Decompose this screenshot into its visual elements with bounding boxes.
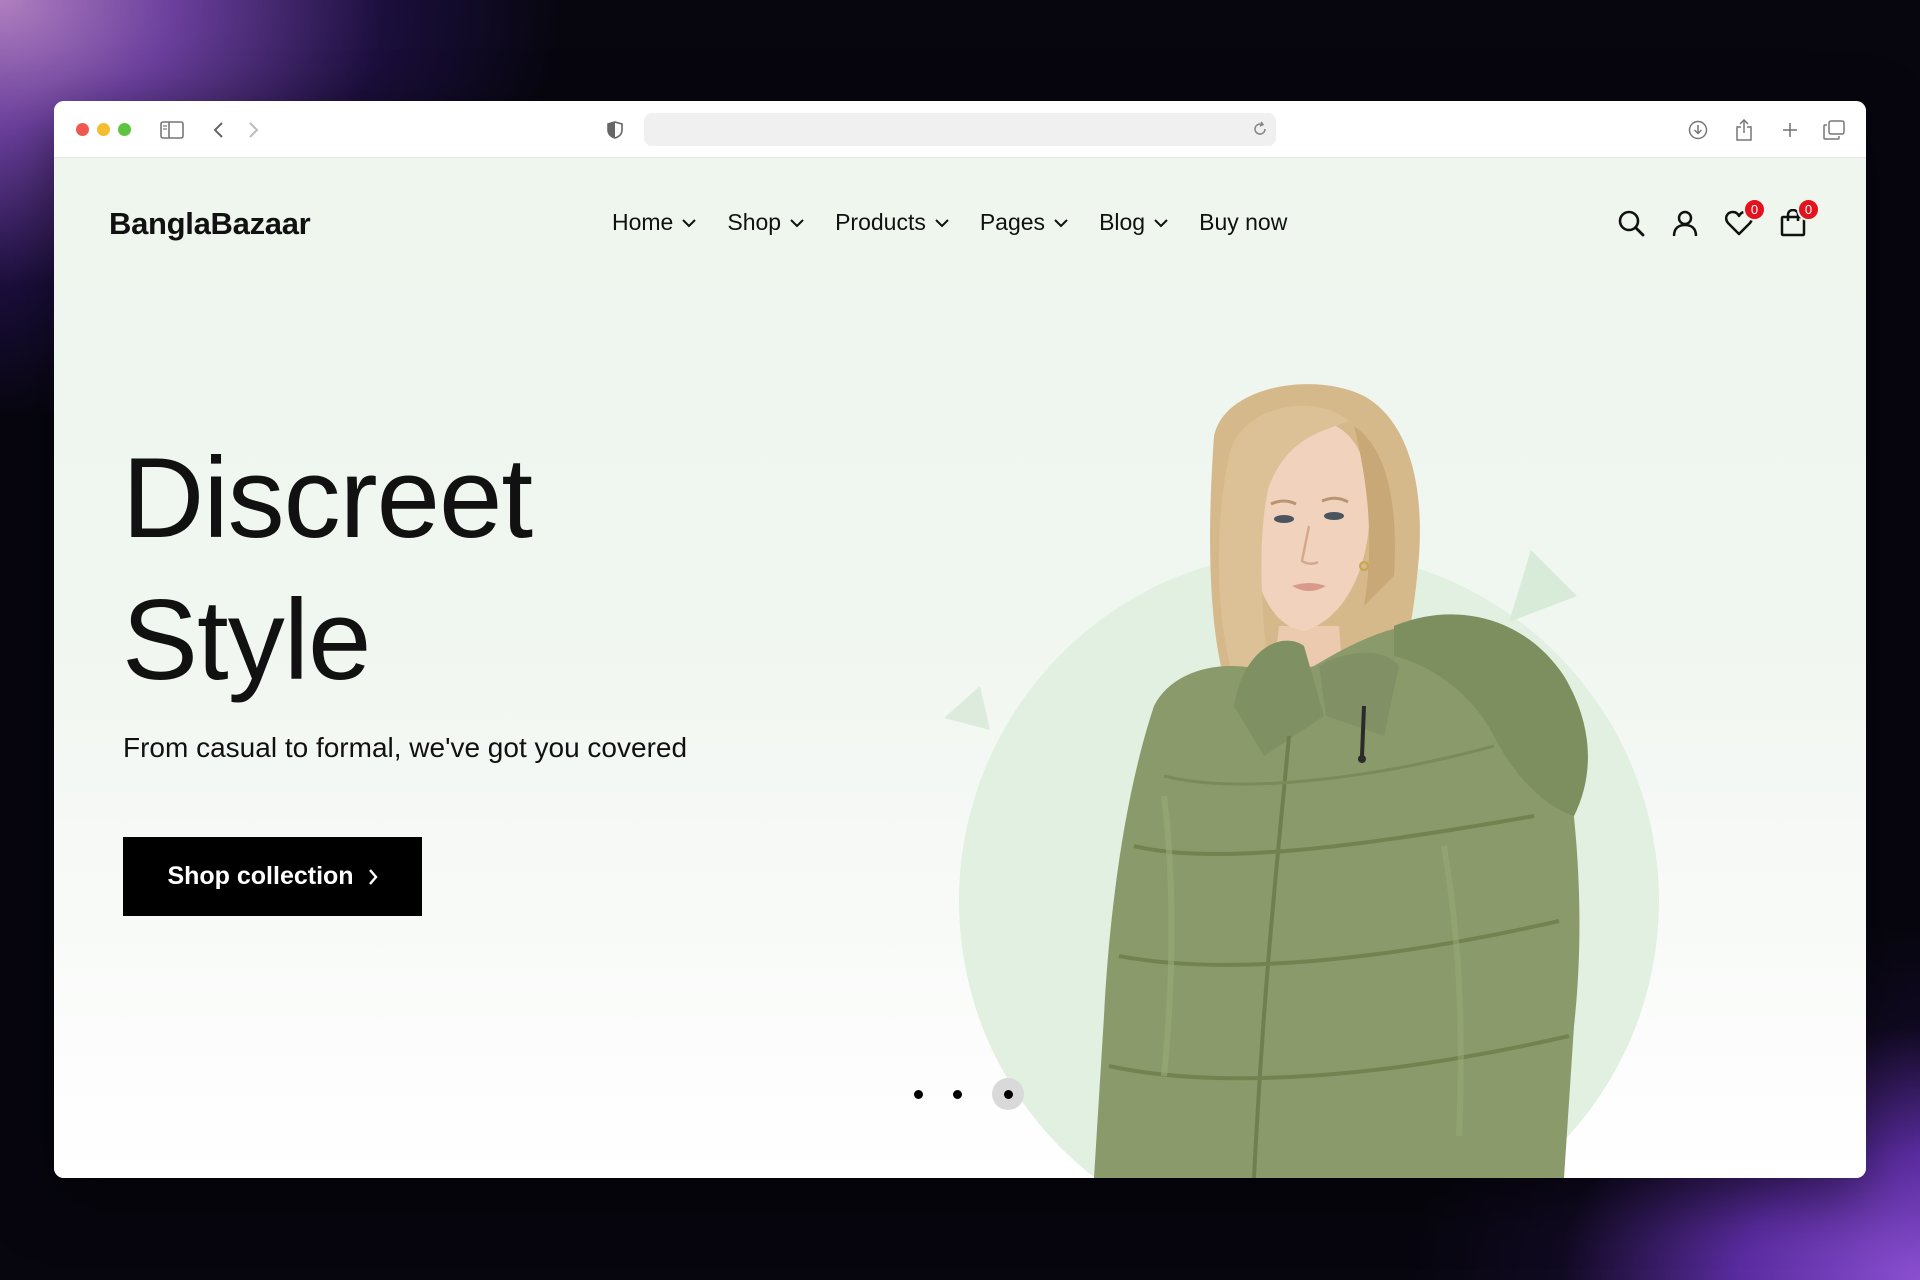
nav-item-label: Products (835, 209, 926, 235)
decorative-triangle (944, 686, 990, 730)
shop-collection-label: Shop collection (167, 862, 354, 890)
cart-count-badge: 0 (1797, 198, 1820, 221)
slide-dot-3-active[interactable] (992, 1078, 1024, 1110)
close-window-button[interactable] (76, 123, 89, 136)
sidebar-icon[interactable] (158, 116, 186, 144)
tabs-overview-icon[interactable] (1820, 116, 1848, 144)
shop-collection-button[interactable]: Shop collection (123, 837, 422, 916)
chevron-down-icon (682, 219, 697, 228)
nav-item-blog[interactable]: Blog (1099, 209, 1168, 236)
new-tab-icon[interactable] (1776, 116, 1804, 144)
hero-title-line: Style (122, 577, 371, 704)
hero-title-line: Discreet (122, 435, 533, 562)
nav-item-label: Blog (1099, 209, 1146, 235)
hero-model-image (1094, 384, 1588, 1178)
nav-item-label: Buy now (1199, 209, 1288, 235)
cart-button[interactable]: 0 (1778, 198, 1820, 238)
browser-toolbar (54, 101, 1866, 158)
wishlist-button[interactable]: 0 (1724, 198, 1766, 238)
share-icon[interactable] (1730, 116, 1758, 144)
browser-window: BanglaBazaar Home Shop Products Pages Bl… (54, 101, 1866, 1178)
slider-pagination (914, 1078, 1024, 1110)
hero-subtitle: From casual to formal, we've got you cov… (123, 732, 688, 763)
slide-dot-2[interactable] (953, 1089, 962, 1099)
chevron-down-icon (1154, 219, 1168, 228)
site-logo[interactable]: BanglaBazaar (109, 206, 311, 242)
nav-item-buy-now[interactable]: Buy now (1199, 209, 1287, 236)
minimize-window-button[interactable] (97, 123, 110, 136)
wishlist-count-badge: 0 (1743, 198, 1766, 221)
chevron-down-icon (1054, 219, 1068, 228)
account-icon[interactable] (1670, 208, 1700, 238)
slide-dot-1[interactable] (914, 1089, 923, 1099)
header-actions: 0 0 (1616, 198, 1820, 238)
shield-icon[interactable] (601, 116, 629, 144)
chevron-right-icon (368, 868, 378, 885)
nav-item-label: Home (612, 209, 674, 235)
window-controls (76, 123, 131, 136)
search-icon[interactable] (1616, 208, 1646, 238)
nav-item-label: Shop (727, 209, 782, 235)
site-header: BanglaBazaar Home Shop Products Pages Bl… (54, 158, 1866, 288)
chevron-down-icon (935, 219, 949, 228)
reload-icon[interactable] (1252, 120, 1268, 143)
zoom-window-button[interactable] (118, 123, 131, 136)
nav-item-pages[interactable]: Pages (980, 209, 1068, 236)
back-icon[interactable] (204, 116, 232, 144)
forward-icon[interactable] (240, 116, 268, 144)
hero-title: Discreet Style (122, 428, 533, 712)
nav-item-products[interactable]: Products (835, 209, 949, 236)
chevron-down-icon (790, 219, 804, 228)
download-icon[interactable] (1684, 116, 1712, 144)
nav-item-label: Pages (979, 209, 1046, 235)
main-nav: Home Shop Products Pages Blog Buy now (612, 209, 1287, 236)
web-page: BanglaBazaar Home Shop Products Pages Bl… (54, 158, 1866, 1178)
nav-item-shop[interactable]: Shop (727, 209, 804, 236)
address-bar[interactable] (644, 113, 1276, 146)
nav-item-home[interactable]: Home (612, 209, 697, 236)
